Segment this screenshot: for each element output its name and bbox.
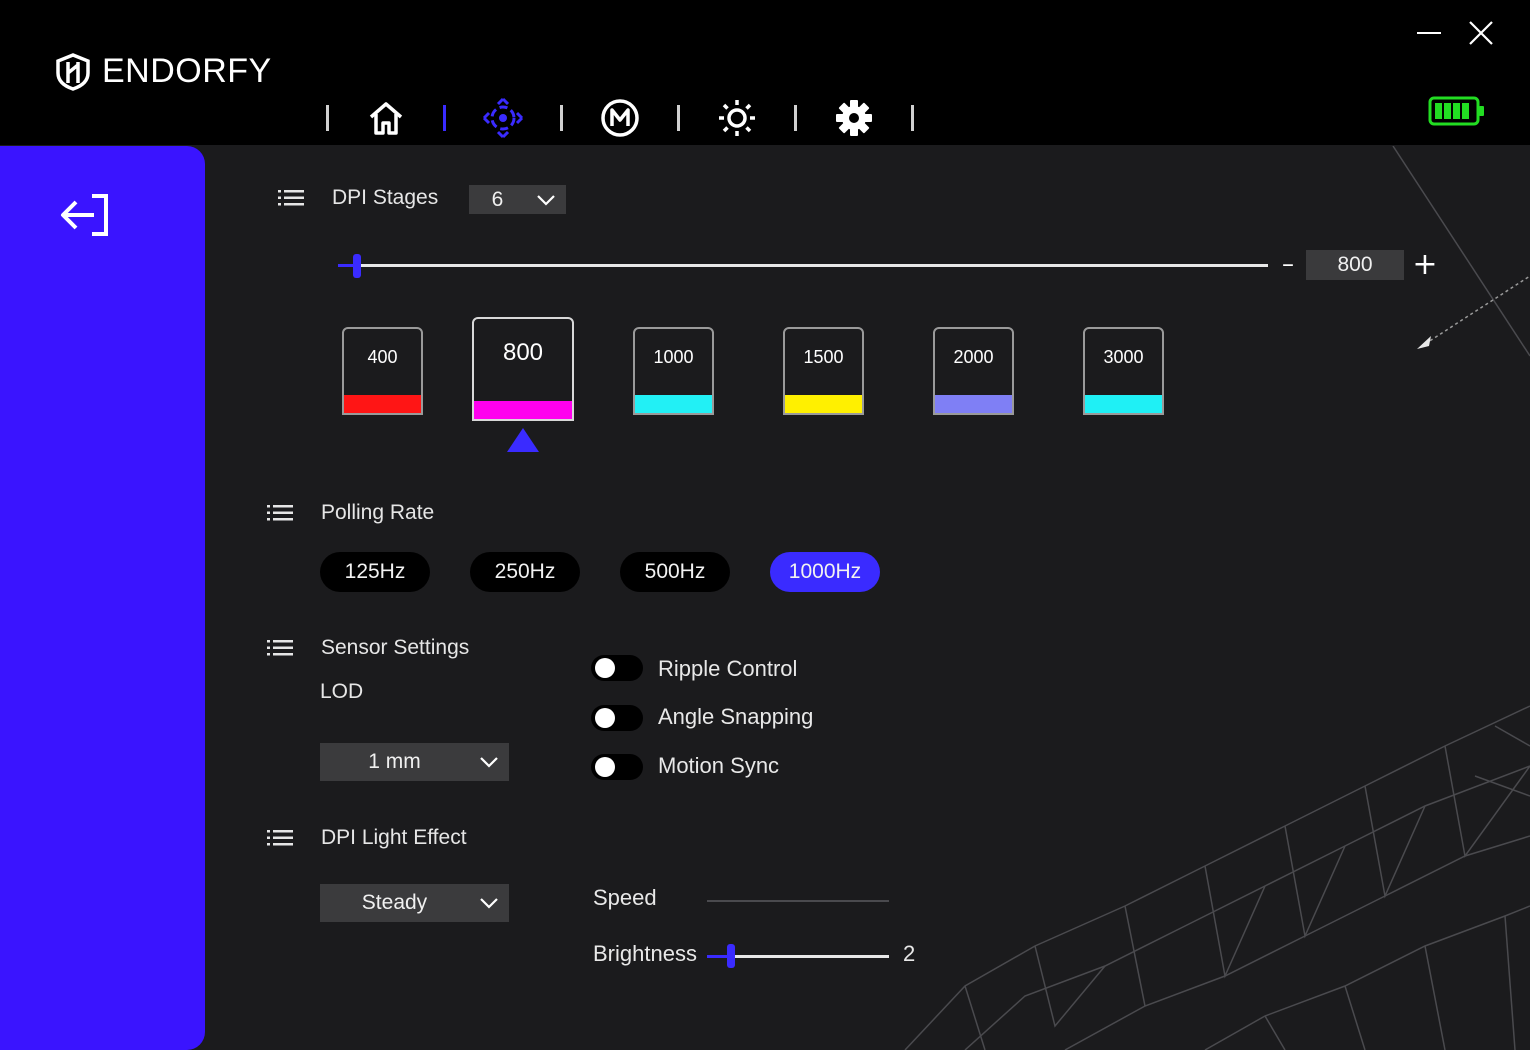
dpi-stage-card[interactable]: 2000: [933, 327, 1014, 415]
selected-stage-indicator-icon: [507, 428, 539, 452]
polling-500hz-button[interactable]: 500Hz: [620, 552, 730, 592]
dpi-stage-card[interactable]: 3000: [1083, 327, 1164, 415]
motion-sync-label: Motion Sync: [658, 753, 780, 778]
back-button[interactable]: [58, 192, 112, 242]
battery-indicator: [1428, 96, 1486, 130]
tab-settings[interactable]: [797, 96, 911, 140]
light-mode-dropdown[interactable]: Steady: [320, 884, 509, 922]
dpi-stage-color-bar: [1085, 395, 1162, 413]
battery-full-icon: [1428, 96, 1484, 126]
sun-icon: [719, 100, 755, 136]
dpi-stage-value: 400: [367, 347, 398, 367]
brand-name: ENDORFY: [102, 52, 272, 90]
dpi-stage-card[interactable]: 1000: [633, 327, 714, 415]
chevron-down-icon: [469, 897, 509, 909]
lod-dropdown[interactable]: 1 mm: [320, 743, 509, 781]
list-icon: [267, 640, 293, 656]
dpi-stage-count-value: 6: [491, 187, 504, 211]
title-bar: ENDORFY: [0, 0, 1530, 145]
brightness-slider-thumb[interactable]: [726, 944, 735, 968]
dpi-light-effect-title: DPI Light Effect: [321, 826, 467, 849]
toggle-knob: [595, 708, 615, 728]
dpi-stages-title: DPI Stages: [332, 186, 439, 209]
tab-home[interactable]: [329, 96, 443, 140]
close-icon: [1469, 21, 1493, 45]
dpi-stage-card[interactable]: 1500: [783, 327, 864, 415]
dpi-stage-value: 800: [502, 339, 544, 366]
list-icon: [267, 830, 293, 846]
light-mode-value: Steady: [361, 891, 428, 914]
dpi-stages-header: DPI Stages: [278, 186, 438, 210]
chevron-down-icon: [469, 756, 509, 768]
main-panel: DPI Stages 6 – 800 + 400 800 1000 1500 2000 3…: [205, 146, 1530, 1050]
speed-slider-disabled: [707, 900, 889, 902]
dpi-stage-card[interactable]: 400: [342, 327, 423, 415]
angle-snapping-label: Angle Snapping: [658, 704, 814, 729]
tab-performance[interactable]: [446, 96, 560, 140]
ripple-control-label: Ripple Control: [658, 656, 798, 681]
dpi-stage-value: 2000: [953, 347, 994, 367]
polling-rate-title: Polling Rate: [321, 501, 435, 524]
ripple-control-toggle[interactable]: [591, 655, 643, 681]
nav-separator: [911, 105, 914, 131]
speed-label: Speed: [593, 885, 657, 910]
lod-label: LOD: [320, 680, 364, 703]
polling-125hz-button[interactable]: 125Hz: [320, 552, 430, 592]
dpi-value-input[interactable]: 800: [1306, 250, 1404, 280]
polling-1000hz-button[interactable]: 1000Hz: [770, 552, 880, 592]
dpi-slider-track[interactable]: [338, 264, 1268, 267]
dpi-slider-thumb[interactable]: [352, 254, 361, 278]
dpi-stage-color-bar: [344, 395, 421, 413]
tab-macro[interactable]: [563, 96, 677, 140]
dpi-stage-color-bar: [474, 401, 572, 419]
dpi-light-effect-header: DPI Light Effect: [267, 826, 467, 850]
list-icon: [278, 190, 304, 206]
tab-lighting[interactable]: [680, 96, 794, 140]
exit-arrow-icon: [61, 194, 108, 236]
lod-value: 1 mm: [368, 750, 421, 773]
minimize-icon: [1417, 32, 1441, 34]
toggle-knob: [595, 757, 615, 777]
dpi-stage-color-bar: [785, 395, 862, 413]
polling-rate-header: Polling Rate: [267, 501, 434, 525]
dpi-stage-value: 1500: [803, 347, 844, 367]
sensor-settings-title: Sensor Settings: [321, 636, 470, 659]
macro-m-icon: [601, 99, 639, 137]
brightness-value: 2: [903, 941, 916, 966]
endorfy-logo-icon: [56, 52, 90, 91]
dpi-stage-count-dropdown[interactable]: 6: [469, 185, 566, 214]
crosshair-icon: [482, 97, 524, 139]
top-nav: [326, 96, 914, 140]
dpi-stage-value: 1000: [653, 347, 694, 367]
minimize-button[interactable]: [1414, 18, 1444, 52]
close-button[interactable]: [1466, 18, 1496, 52]
brightness-label: Brightness: [593, 941, 697, 966]
brand-logo: ENDORFY: [54, 52, 272, 91]
angle-snapping-toggle[interactable]: [591, 705, 643, 731]
home-icon: [369, 102, 403, 135]
dpi-stage-color-bar: [635, 395, 712, 413]
dpi-stage-color-bar: [935, 395, 1012, 413]
sidebar: [0, 146, 205, 1050]
list-icon: [267, 505, 293, 521]
dpi-increase-button[interactable]: +: [1409, 246, 1441, 282]
dpi-stage-card[interactable]: 800: [472, 317, 574, 421]
chevron-down-icon: [526, 194, 566, 206]
dpi-stage-value: 3000: [1103, 347, 1144, 367]
polling-250hz-button[interactable]: 250Hz: [470, 552, 580, 592]
dpi-decrease-button[interactable]: –: [1273, 248, 1303, 280]
motion-sync-toggle[interactable]: [591, 754, 643, 780]
gear-icon: [836, 100, 872, 136]
toggle-knob: [595, 658, 615, 678]
sensor-settings-header: Sensor Settings: [267, 636, 469, 660]
